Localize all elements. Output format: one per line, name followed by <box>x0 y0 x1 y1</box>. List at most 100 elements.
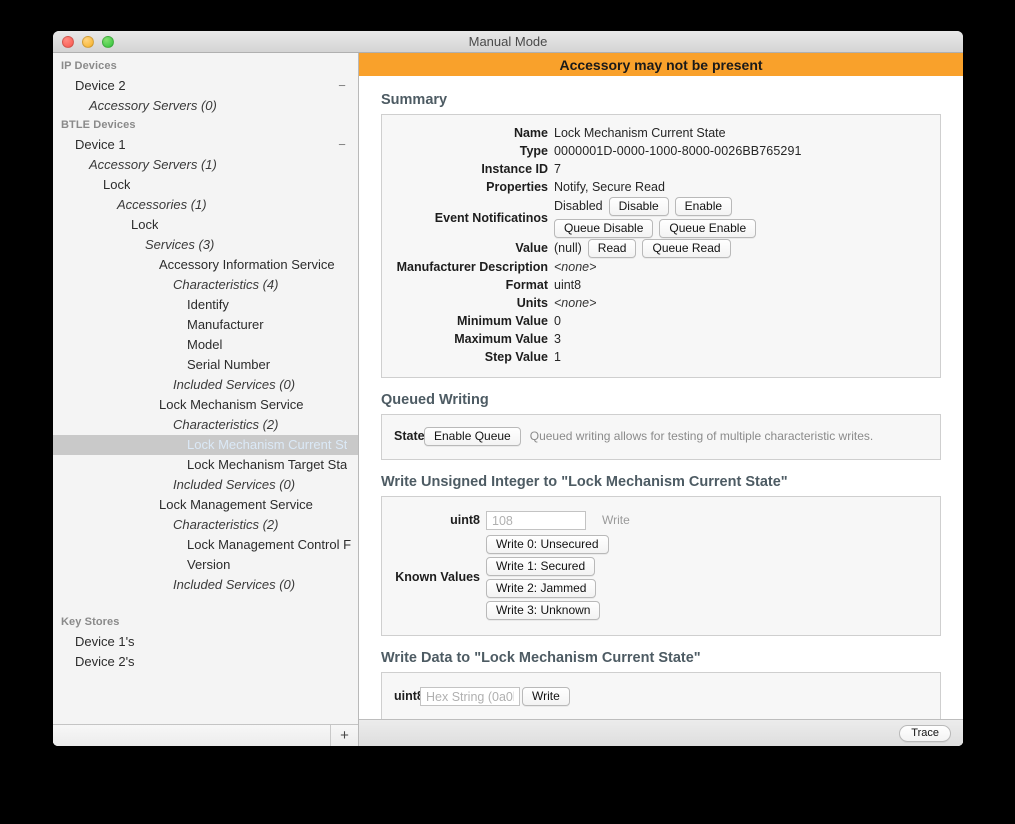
write-data-heading: Write Data to "Lock Mechanism Current St… <box>381 650 701 666</box>
known-value-button[interactable]: Write 1: Secured <box>486 557 596 576</box>
tree-row[interactable]: Accessory Servers (1) <box>53 155 358 175</box>
write-uint-write-button[interactable]: Write <box>592 511 640 530</box>
tree-row[interactable]: Lock <box>53 175 358 195</box>
known-values-list: Write 0: Unsecured Write 1: Secured Write … <box>486 535 609 620</box>
tree-row[interactable]: Device 2 − <box>53 76 358 96</box>
summary-row-event-notifications: Event Notificatinos Disabled Disable Ena… <box>394 197 928 238</box>
tree-row[interactable]: Accessory Information Service <box>53 255 358 275</box>
queued-writing-heading: Queued Writing <box>381 392 489 408</box>
summary-row-name: Name Lock Mechanism Current State <box>394 125 928 142</box>
window-titlebar: Manual Mode <box>53 31 963 53</box>
tree-row[interactable]: Accessories (1) <box>53 195 358 215</box>
collapse-toggle-icon[interactable]: − <box>336 135 348 155</box>
event-notifications-state: Disabled <box>554 199 603 213</box>
tree-row-label: Included Services (0) <box>173 477 296 492</box>
tree-row[interactable]: Included Services (0) <box>53 375 358 395</box>
properties-label: Properties <box>486 180 548 194</box>
instance-id-value: 7 <box>554 162 561 176</box>
value-label: Value <box>515 241 548 255</box>
tree-row[interactable]: Included Services (0) <box>53 475 358 495</box>
write-data-write-button[interactable]: Write <box>522 687 570 706</box>
tree-row[interactable]: Accessory Servers (0) <box>53 96 358 116</box>
event-notifications-label: Event Notificatinos <box>434 210 548 225</box>
instance-id-label: Instance ID <box>481 162 548 176</box>
tree-row-label: Accessory Information Service <box>159 257 335 272</box>
summary-row-manufacturer-description: Manufacturer Description <none> <box>394 259 928 276</box>
minimum-value-value: 0 <box>554 314 561 328</box>
tree-row-label: Serial Number <box>187 357 271 372</box>
known-value-button[interactable]: Write 0: Unsecured <box>486 535 609 554</box>
queued-writing-panel: State Enable Queue Queued writing allows… <box>381 414 941 460</box>
tree-row[interactable]: Version <box>53 555 358 575</box>
tree-row-label: Lock <box>131 217 159 232</box>
properties-value: Notify, Secure Read <box>554 180 665 194</box>
tree-row[interactable]: IP Devices <box>53 57 358 76</box>
tree-row[interactable]: Device 1 − <box>53 135 358 155</box>
event-disable-button[interactable]: Disable <box>608 197 669 216</box>
known-value-button[interactable]: Write 2: Jammed <box>486 579 597 598</box>
tree-row[interactable]: Lock Management Service <box>53 495 358 515</box>
tree-row[interactable]: Manufacturer <box>53 315 358 335</box>
tree-row[interactable]: Lock Management Control F <box>53 535 358 555</box>
write-data-input[interactable] <box>420 687 520 706</box>
add-device-button[interactable]: + <box>330 725 358 746</box>
known-value-button[interactable]: Write 3: Unknown <box>486 601 601 620</box>
device-tree[interactable]: IP Devices Device 2 − Accessory Servers (0)… <box>53 53 358 724</box>
summary-heading: Summary <box>381 92 448 108</box>
collapse-toggle-icon[interactable]: − <box>336 76 348 96</box>
tree-row[interactable]: BTLE Devices <box>53 116 358 135</box>
tree-row-label: Identify <box>187 297 229 312</box>
tree-row[interactable]: Lock <box>53 215 358 235</box>
queued-writing-hint: Queued writing allows for testing of mul… <box>529 429 874 443</box>
event-queue-disable-button[interactable]: Queue Disable <box>554 219 654 238</box>
summary-row-step-value: Step Value 1 <box>394 349 928 366</box>
summary-row-units: Units <none> <box>394 295 928 312</box>
tree-row[interactable]: Lock Mechanism Target Sta <box>53 455 358 475</box>
tree-row[interactable]: Device 1's <box>53 632 358 652</box>
value-read-button[interactable]: Read <box>587 239 637 258</box>
event-enable-button[interactable]: Enable <box>674 197 733 216</box>
enable-queue-button[interactable]: Enable Queue <box>424 427 521 446</box>
window-title: Manual Mode <box>468 34 548 49</box>
write-data-panel: uint8 Write <box>381 672 941 719</box>
tree-row-label: IP Devices <box>61 60 117 72</box>
write-data-type-label: uint8 <box>394 689 424 703</box>
tree-row[interactable]: Lock Mechanism Current St <box>53 435 358 455</box>
tree-row[interactable]: Characteristics (2) <box>53 515 358 535</box>
tree-row-label: Model <box>187 337 223 352</box>
tree-row[interactable]: Services (3) <box>53 235 358 255</box>
summary-row-instance-id: Instance ID 7 <box>394 161 928 178</box>
tree-row[interactable]: Model <box>53 335 358 355</box>
tree-row[interactable]: Lock Mechanism Service <box>53 395 358 415</box>
write-data-input-row: uint8 Write <box>394 687 928 706</box>
tree-row[interactable]: Included Services (0) <box>53 575 358 595</box>
tree-row[interactable]: Serial Number <box>53 355 358 375</box>
write-uint-input-row: uint8 Write <box>394 511 928 530</box>
tree-row-label: Device 1 <box>75 137 126 152</box>
maximize-icon[interactable] <box>102 35 114 48</box>
trace-button[interactable]: Trace <box>899 724 951 742</box>
summary-row-format: Format uint8 <box>394 277 928 294</box>
event-queue-enable-button[interactable]: Queue Enable <box>659 219 757 238</box>
value-queue-read-button[interactable]: Queue Read <box>642 239 731 258</box>
app-window: Manual Mode IP Devices Device 2− Accessory… <box>53 31 963 746</box>
minimize-icon[interactable] <box>82 35 94 48</box>
type-label: Type <box>519 144 548 158</box>
tree-row[interactable]: Device 2's <box>53 652 358 672</box>
tree-row[interactable]: Characteristics (2) <box>53 415 358 435</box>
tree-row-label: Accessory Servers (1) <box>89 157 217 172</box>
detail-pane: Accessory may not be present Summary Nam… <box>359 53 963 746</box>
tree-row-label: Key Stores <box>61 616 120 628</box>
tree-row[interactable]: Key Stores <box>53 613 358 632</box>
tree-row[interactable]: Characteristics (4) <box>53 275 358 295</box>
type-value: 0000001D-0000-1000-8000-0026BB765291 <box>554 144 802 158</box>
tree-row[interactable]: Identify <box>53 295 358 315</box>
format-value: uint8 <box>554 278 582 292</box>
name-label: Name <box>513 126 548 140</box>
tree-row-label: Characteristics (2) <box>173 517 279 532</box>
close-icon[interactable] <box>62 35 74 48</box>
summary-row-value: Value (null) Read Queue Read <box>394 239 928 258</box>
tree-row-label: Lock Mechanism Service <box>159 397 304 412</box>
write-uint-input[interactable] <box>486 511 586 530</box>
tree-row-label: Lock Management Service <box>159 497 313 512</box>
